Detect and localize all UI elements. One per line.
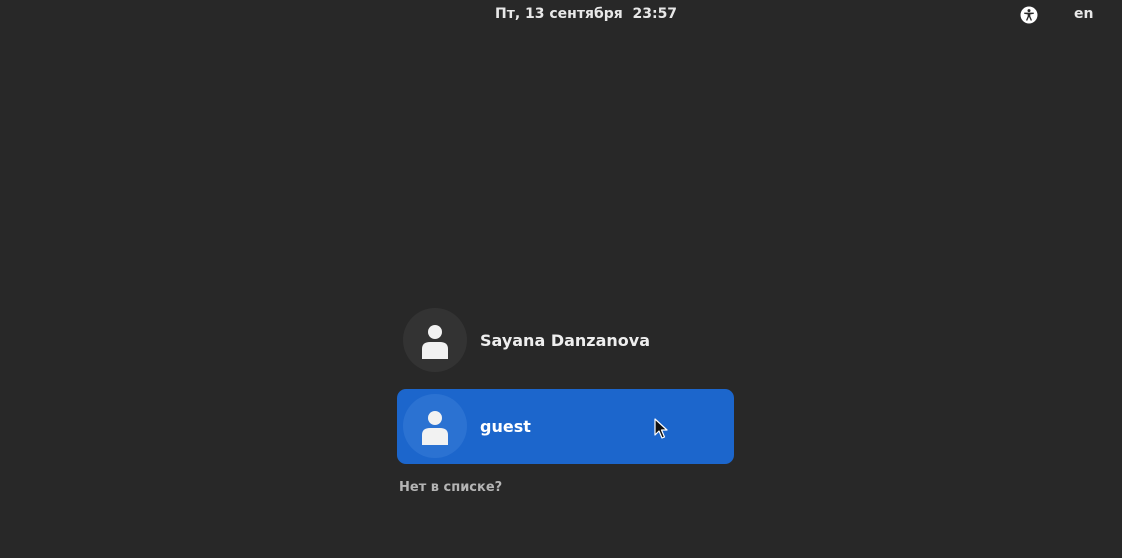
user-row-guest[interactable]: guest (397, 389, 734, 464)
person-icon (422, 411, 448, 445)
person-icon (422, 325, 448, 359)
user-list: Sayana Danzanova guest (397, 303, 734, 464)
avatar (403, 394, 467, 458)
mouse-pointer-icon (654, 418, 668, 444)
avatar (403, 308, 467, 372)
user-row-sayana-danzanova[interactable]: Sayana Danzanova (397, 303, 734, 378)
date-time-clock[interactable]: Пт, 13 сентября 23:57 (495, 6, 677, 22)
user-name-label: guest (480, 417, 531, 436)
user-name-label: Sayana Danzanova (480, 331, 650, 350)
top-bar: Пт, 13 сентября 23:57 en (0, 0, 1122, 30)
language-indicator[interactable]: en (1074, 6, 1093, 22)
accessibility-icon[interactable] (1020, 6, 1038, 24)
not-listed-link[interactable]: Нет в списке? (399, 480, 502, 495)
